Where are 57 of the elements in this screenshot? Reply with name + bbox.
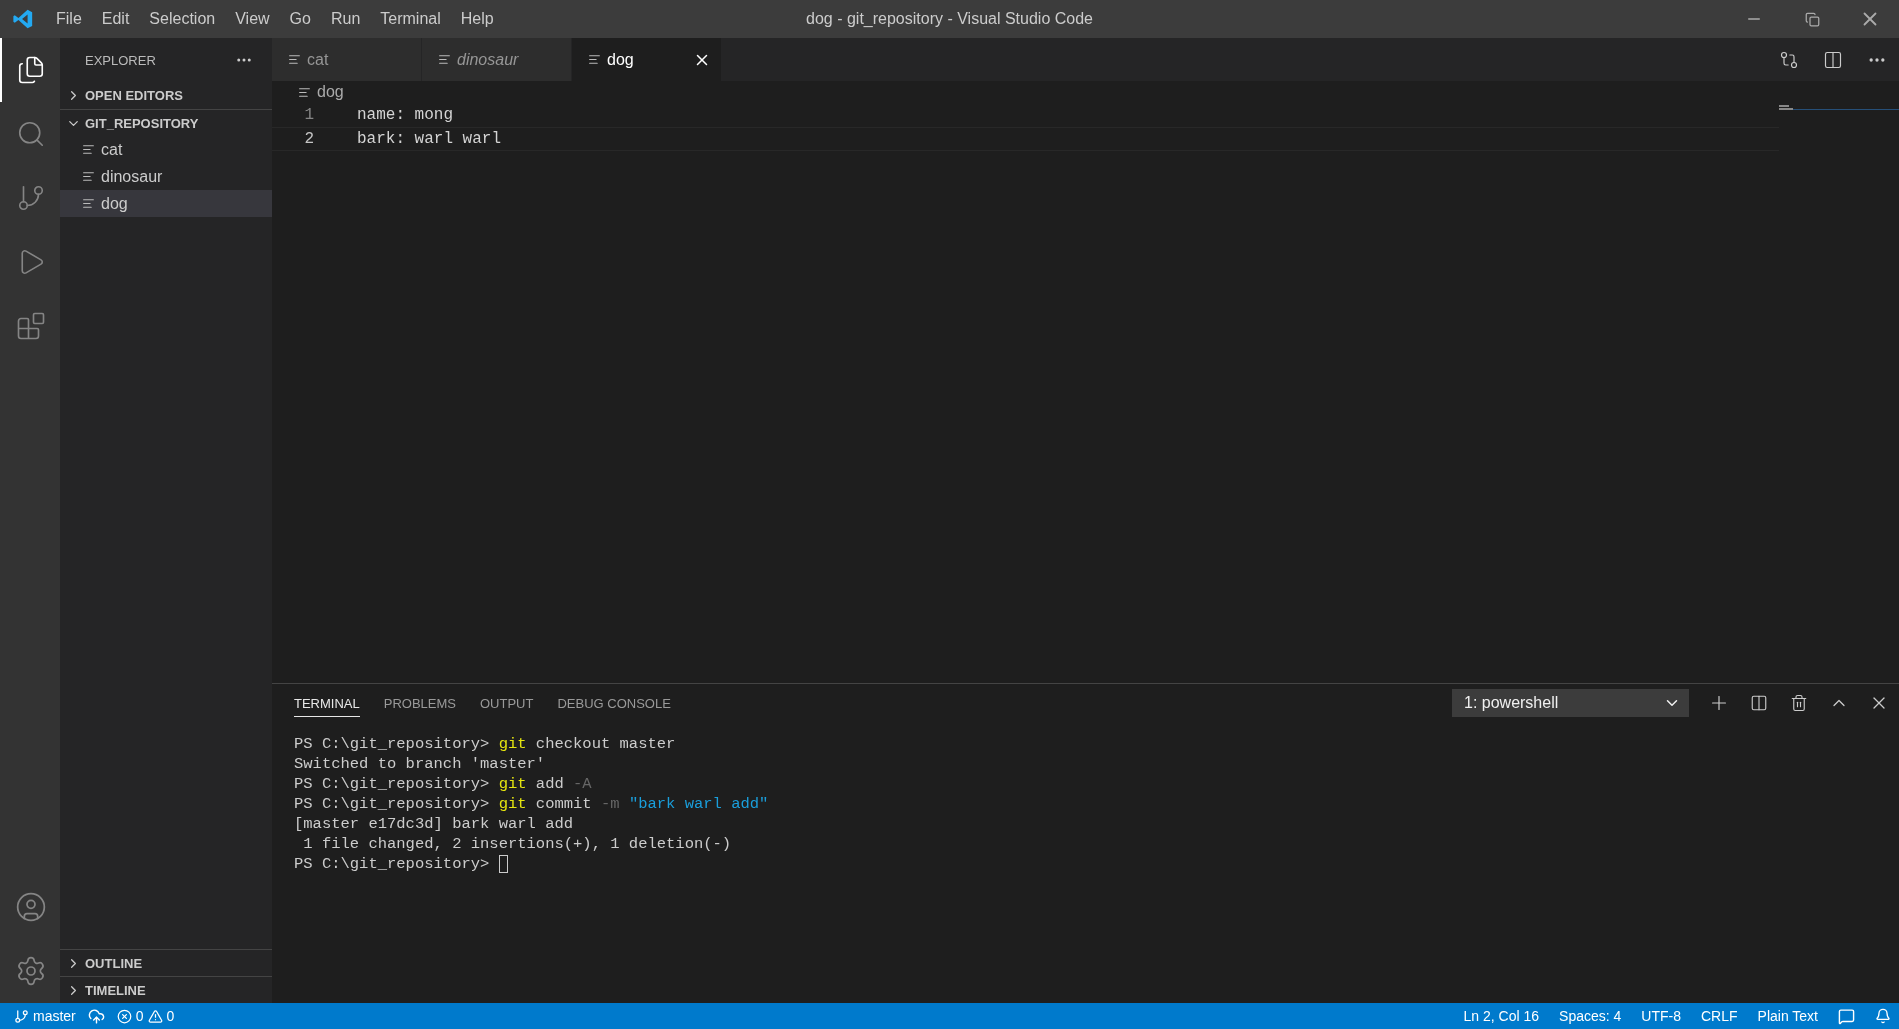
- text-file-icon: [298, 85, 311, 99]
- editor-tab[interactable]: cat: [272, 38, 422, 81]
- terminal-line: [master e17dc3d] bark warl add: [294, 815, 574, 833]
- editor-tab[interactable]: dinosaur: [422, 38, 572, 81]
- bell-icon[interactable]: [1875, 1008, 1891, 1024]
- status-item[interactable]: Spaces: 4: [1559, 1008, 1622, 1024]
- tree-item[interactable]: dog: [60, 190, 272, 217]
- panel-tab[interactable]: TERMINAL: [294, 689, 360, 717]
- line-number: 1: [303, 106, 314, 124]
- text-file-icon: [82, 197, 95, 210]
- section-header[interactable]: OPEN EDITORS: [60, 82, 272, 109]
- menu-item[interactable]: Terminal: [370, 10, 451, 28]
- terminal-line: Switched to branch 'master': [294, 755, 546, 773]
- text-file-icon: [438, 53, 451, 66]
- status-item[interactable]: Plain Text: [1757, 1008, 1818, 1024]
- branch-icon: [14, 1008, 29, 1024]
- sidebar-title: EXPLORER: [85, 52, 156, 68]
- status-item[interactable]: Ln 2, Col 16: [1463, 1008, 1540, 1024]
- menu-item[interactable]: File: [46, 10, 92, 28]
- warning-count[interactable]: 0: [166, 1008, 175, 1024]
- panel-tab[interactable]: DEBUG CONSOLE: [557, 689, 671, 717]
- terminal-line: 1 file changed, 2 insertions(+), 1 deletion(-): [302, 835, 732, 853]
- feedback-icon[interactable]: [1838, 1007, 1855, 1025]
- menu-item[interactable]: Help: [450, 10, 504, 28]
- terminal-line: PS C:\git_repository> git add -A: [294, 775, 592, 793]
- text-file-icon: [82, 170, 95, 183]
- app-logo-icon: [12, 8, 34, 30]
- menu-item[interactable]: Run: [320, 10, 371, 28]
- branch-status[interactable]: master: [14, 1008, 76, 1024]
- panel-tab[interactable]: PROBLEMS: [383, 689, 456, 717]
- tree-item[interactable]: dinosaur: [60, 163, 272, 190]
- warning-icon: [147, 1008, 163, 1024]
- breadcrumb[interactable]: dog: [272, 81, 1899, 103]
- terminal-line: PS C:\git_repository> git checkout master: [294, 735, 676, 753]
- editor-tab[interactable]: dog: [572, 38, 722, 81]
- text-file-icon: [288, 53, 301, 66]
- menu-item[interactable]: Edit: [91, 10, 140, 28]
- menu-item[interactable]: View: [225, 10, 280, 28]
- menu-item[interactable]: Selection: [139, 10, 226, 28]
- error-icon: [116, 1008, 132, 1024]
- sync-icon[interactable]: [87, 1007, 105, 1025]
- text-file-icon: [588, 53, 601, 66]
- menu-item[interactable]: Go: [279, 10, 321, 28]
- window-title: dog - git_repository - Visual Studio Code: [806, 10, 1093, 28]
- terminal-line: PS C:\git_repository> git commit -m "bark warl add": [294, 795, 769, 813]
- text-file-icon: [82, 143, 95, 156]
- code-line: name: mong: [357, 106, 453, 124]
- terminal-line: PS C:\git_repository>: [294, 855, 491, 873]
- code-line: bark: warl warl: [357, 130, 502, 148]
- line-number: 2: [303, 130, 314, 148]
- panel-tab[interactable]: OUTPUT: [480, 689, 534, 717]
- status-item[interactable]: CRLF: [1701, 1008, 1738, 1024]
- tree-item[interactable]: cat: [60, 136, 272, 163]
- status-item[interactable]: UTF-8: [1641, 1008, 1681, 1024]
- restore-icon[interactable]: [1804, 11, 1820, 27]
- error-count[interactable]: 0: [135, 1008, 144, 1024]
- terminal-select[interactable]: 1: powershell: [1452, 689, 1689, 717]
